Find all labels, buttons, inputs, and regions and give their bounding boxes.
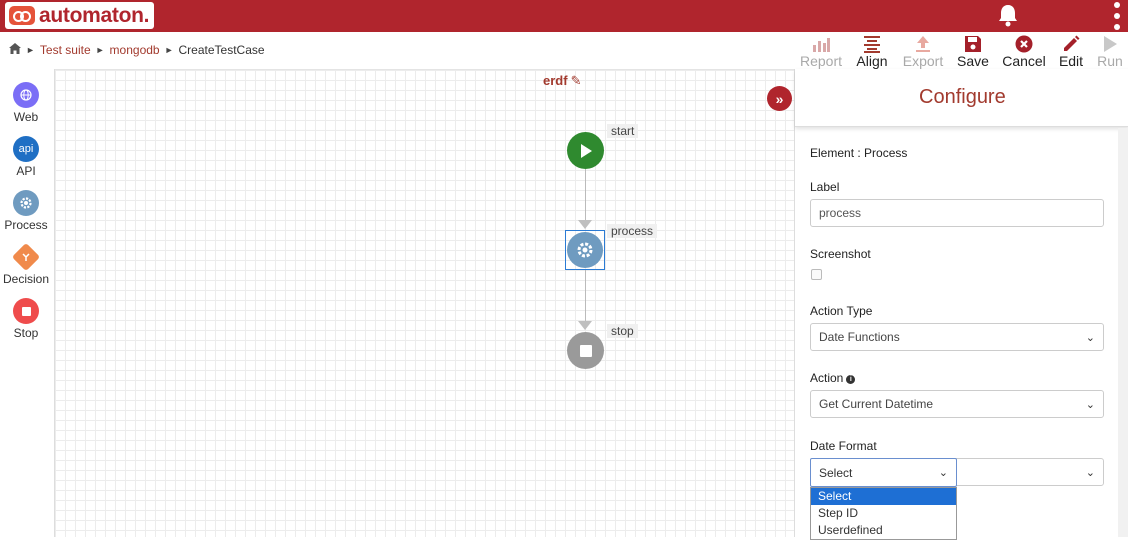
date-format-label: Date Format <box>810 439 877 453</box>
breadcrumb-current: CreateTestCase <box>178 43 265 57</box>
breadcrumb-test-suite[interactable]: Test suite <box>40 43 91 57</box>
start-node-label: start <box>607 124 639 138</box>
breadcrumb: ► Test suite ► mongodb ► CreateTestCase <box>9 43 265 57</box>
flow-canvas[interactable] <box>55 69 794 537</box>
action-type-select[interactable]: Date Functions ⌄ <box>810 323 1104 351</box>
report-icon <box>811 33 831 53</box>
dropdown-option[interactable]: Select <box>811 488 956 505</box>
palette-item-decision[interactable]: Decision <box>0 242 52 286</box>
pencil-icon <box>1062 33 1080 53</box>
brand-logo[interactable]: automaton. <box>5 2 154 29</box>
process-node-label: process <box>607 224 658 238</box>
chevron-down-icon: ⌄ <box>1085 398 1095 411</box>
gear-icon <box>13 190 39 216</box>
breadcrumb-separator-icon: ► <box>26 45 35 55</box>
run-button[interactable]: Run <box>1091 33 1128 69</box>
play-icon <box>1102 33 1118 53</box>
action-label: Action i <box>810 371 856 385</box>
arrow-head-icon <box>578 220 592 229</box>
top-navbar: automaton. <box>0 0 1128 32</box>
label-input[interactable]: process <box>810 199 1104 227</box>
panel-title: Configure <box>919 86 1006 108</box>
date-format-select[interactable]: Select ⌄ <box>810 458 957 487</box>
action-type-label: Action Type <box>810 304 873 318</box>
logo-icon <box>9 6 35 25</box>
kebab-menu-icon[interactable] <box>1113 2 1121 30</box>
stop-icon <box>13 298 39 324</box>
cancel-icon <box>1015 33 1033 53</box>
double-chevron-right-icon: » <box>775 90 784 107</box>
connector-line <box>585 168 586 222</box>
arrow-head-icon <box>578 321 592 330</box>
breadcrumb-separator-icon: ► <box>95 45 105 55</box>
palette-item-web[interactable]: Web <box>0 82 52 124</box>
pencil-icon[interactable]: ✎ <box>571 73 582 88</box>
home-icon[interactable] <box>9 43 21 57</box>
collapse-panel-button[interactable]: » <box>767 86 792 111</box>
label-field-label: Label <box>810 180 840 194</box>
configure-panel: Configure Element : Process Label proces… <box>794 69 1128 540</box>
breadcrumb-separator-icon: ► <box>164 45 174 55</box>
info-icon[interactable]: i <box>846 375 856 384</box>
export-button[interactable]: Export <box>897 33 949 69</box>
dropdown-option[interactable]: Step ID <box>811 505 956 522</box>
edit-button[interactable]: Edit <box>1051 33 1091 69</box>
connector-line <box>585 270 586 322</box>
start-node[interactable] <box>567 132 604 169</box>
save-button[interactable]: Save <box>949 33 997 69</box>
export-icon <box>914 33 932 53</box>
align-icon <box>862 33 882 53</box>
report-button[interactable]: Report <box>795 33 847 69</box>
globe-icon <box>13 82 39 108</box>
brand-name: automaton. <box>39 3 150 27</box>
dropdown-option[interactable]: Userdefined <box>811 522 956 539</box>
breadcrumb-mongodb[interactable]: mongodb <box>110 43 160 57</box>
gear-icon <box>577 242 593 258</box>
chevron-down-icon: ⌄ <box>1085 331 1095 344</box>
screenshot-label: Screenshot <box>810 247 871 261</box>
panel-scrollbar[interactable] <box>1118 128 1128 537</box>
decision-icon <box>11 242 41 272</box>
align-button[interactable]: Align <box>847 33 897 69</box>
cancel-button[interactable]: Cancel <box>997 33 1051 69</box>
bell-icon[interactable] <box>997 3 1019 32</box>
chevron-down-icon: ⌄ <box>1085 466 1095 479</box>
process-node[interactable] <box>567 232 603 268</box>
play-icon <box>580 143 592 158</box>
palette-item-api[interactable]: api API <box>0 136 52 178</box>
chevron-down-icon: ⌄ <box>938 467 948 479</box>
date-format-dropdown: Select Step ID Userdefined <box>810 487 957 540</box>
stop-icon <box>579 344 592 357</box>
flow-title[interactable]: erdf ✎ <box>543 73 581 89</box>
palette-item-stop[interactable]: Stop <box>0 298 52 340</box>
screenshot-checkbox[interactable] <box>811 269 822 280</box>
editor-toolbar: Report Align Export Save Cancel Edit Run <box>795 33 1128 69</box>
save-icon <box>964 33 982 53</box>
palette-item-process[interactable]: Process <box>0 190 52 232</box>
action-select[interactable]: Get Current Datetime ⌄ <box>810 390 1104 418</box>
api-icon: api <box>13 136 39 162</box>
panel-header: Configure <box>795 69 1128 127</box>
element-type-text: Element : Process <box>810 146 908 160</box>
stop-node-label: stop <box>607 324 638 338</box>
stop-node[interactable] <box>567 332 604 369</box>
